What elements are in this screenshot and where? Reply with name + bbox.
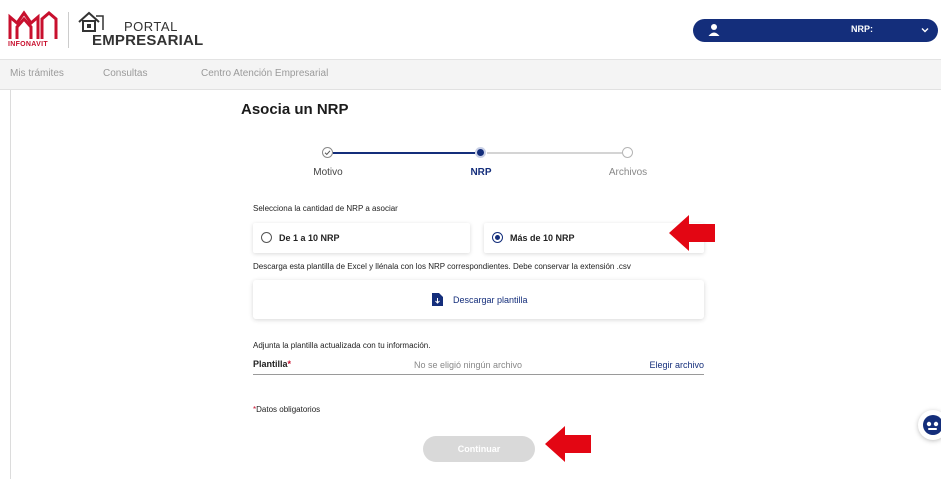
step-nrp-dot bbox=[475, 147, 486, 158]
chevron-down-icon bbox=[921, 28, 929, 33]
nav-item-centro-atencion[interactable]: Centro Atención Empresarial bbox=[201, 68, 328, 79]
nrp-label: NRP: bbox=[851, 24, 873, 34]
infonavit-logo-icon bbox=[8, 10, 58, 39]
infonavit-wordmark: INFONAVIT bbox=[8, 41, 48, 48]
portal-empresarial-logo[interactable]: PORTAL EMPRESARIAL bbox=[76, 10, 203, 50]
empresarial-word: EMPRESARIAL bbox=[92, 32, 204, 49]
file-download-icon bbox=[432, 293, 443, 306]
infonavit-logo[interactable]: INFONAVIT bbox=[8, 9, 60, 51]
quantity-prompt: Selecciona la cantidad de NRP a asociar bbox=[253, 204, 398, 213]
account-nrp-selector[interactable]: NRP: bbox=[693, 19, 938, 42]
annotation-arrow-continue bbox=[545, 426, 591, 462]
stepper-line-pending bbox=[487, 152, 622, 154]
file-field-label-text: Plantilla bbox=[253, 359, 288, 369]
radio-1-to-10[interactable] bbox=[261, 232, 272, 243]
annotation-arrow-left bbox=[669, 215, 715, 251]
step-motivo-dot bbox=[322, 147, 333, 158]
download-template-label: Descargar plantilla bbox=[453, 295, 528, 305]
continue-button[interactable]: Continuar bbox=[423, 436, 535, 462]
required-note-text: Datos obligatorios bbox=[256, 405, 321, 414]
option-1-to-10[interactable]: De 1 a 10 NRP bbox=[253, 223, 470, 253]
attach-instructions: Adjunta la plantilla actualizada con tu … bbox=[253, 341, 431, 350]
step-nrp-label: NRP bbox=[470, 167, 492, 178]
nav-item-mis-tramites[interactable]: Mis trámites bbox=[10, 68, 64, 79]
radio-more-than-10[interactable] bbox=[492, 232, 503, 243]
check-icon bbox=[324, 150, 331, 156]
chatbot-help-button[interactable] bbox=[918, 410, 941, 440]
user-icon bbox=[708, 24, 720, 36]
step-archivos-dot bbox=[622, 147, 633, 158]
option-1-to-10-label: De 1 a 10 NRP bbox=[279, 233, 340, 243]
file-field: Plantilla* No se eligió ningún archivo E… bbox=[253, 355, 704, 375]
step-archivos-label: Archivos bbox=[608, 167, 648, 178]
required-asterisk: * bbox=[287, 359, 292, 369]
content-left-border bbox=[10, 90, 11, 479]
choose-file-button[interactable]: Elegir archivo bbox=[649, 360, 704, 370]
file-field-label: Plantilla* bbox=[253, 359, 291, 369]
required-fields-note: *Datos obligatorios bbox=[253, 405, 320, 414]
nav-item-consultas[interactable]: Consultas bbox=[103, 68, 147, 79]
option-more-than-10-label: Más de 10 NRP bbox=[510, 233, 575, 243]
house-building-icon bbox=[78, 11, 104, 32]
stepper-line-completed bbox=[333, 152, 475, 154]
logo-divider bbox=[68, 12, 69, 48]
download-instructions: Descarga esta plantilla de Excel y lléna… bbox=[253, 262, 631, 271]
header: INFONAVIT PORTAL EMPRESARIAL NRP: bbox=[0, 0, 941, 60]
page-title: Asocia un NRP bbox=[241, 101, 349, 118]
main-nav: Mis trámites Consultas Centro Atención E… bbox=[0, 60, 941, 90]
file-field-empty-text: No se eligió ningún archivo bbox=[414, 360, 523, 370]
step-motivo-label: Motivo bbox=[313, 167, 343, 178]
download-template-button[interactable]: Descargar plantilla bbox=[253, 280, 704, 319]
chatbot-icon bbox=[923, 415, 941, 435]
